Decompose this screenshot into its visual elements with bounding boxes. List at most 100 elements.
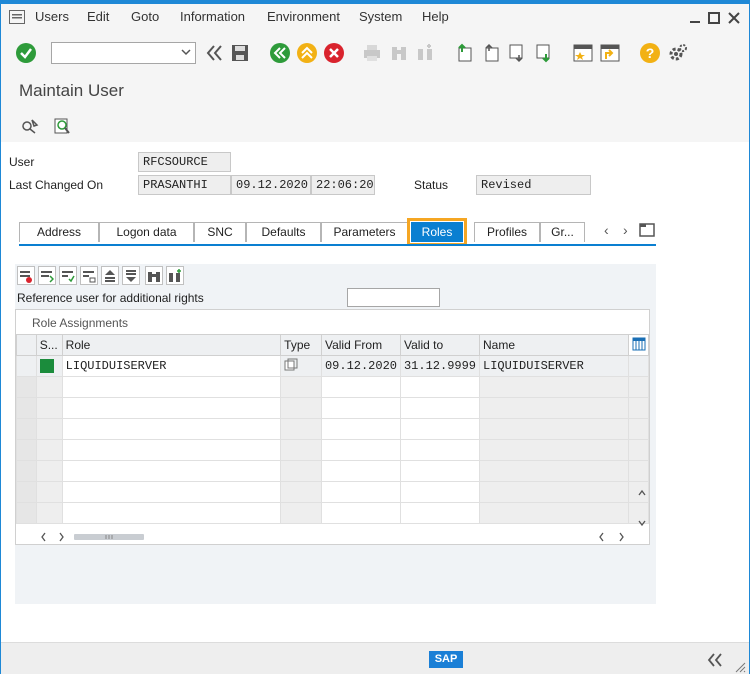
table-row[interactable] xyxy=(16,439,649,461)
role-cell[interactable] xyxy=(61,397,282,419)
other-user-icon[interactable] xyxy=(51,115,73,137)
role-cell[interactable]: LIQUIDUISERVER xyxy=(61,355,282,377)
row-selector[interactable] xyxy=(16,481,37,503)
close-icon[interactable] xyxy=(728,12,740,24)
menu-system[interactable]: System xyxy=(359,9,402,24)
valid-from-cell[interactable] xyxy=(320,502,401,524)
table-row[interactable] xyxy=(16,481,649,503)
last-page-icon[interactable] xyxy=(533,42,555,64)
role-cell[interactable] xyxy=(61,418,282,440)
table-row[interactable] xyxy=(16,418,649,440)
tab-address[interactable]: Address xyxy=(19,222,99,242)
tab-defaults[interactable]: Defaults xyxy=(246,222,321,242)
find-next-icon[interactable] xyxy=(166,266,184,285)
sort-ascending-icon[interactable] xyxy=(101,266,119,285)
help-icon[interactable]: ? xyxy=(639,42,661,64)
valid-from-cell[interactable] xyxy=(320,481,401,503)
horizontal-scrollbar[interactable] xyxy=(38,530,638,544)
valid-from-cell[interactable] xyxy=(320,418,401,440)
deselect-all-icon[interactable] xyxy=(80,266,98,285)
column-header-name[interactable]: Name xyxy=(478,334,630,356)
menu-information[interactable]: Information xyxy=(180,9,245,24)
menu-goto[interactable]: Goto xyxy=(131,9,159,24)
valid-to-cell[interactable] xyxy=(399,376,481,398)
menu-help[interactable]: Help xyxy=(422,9,449,24)
column-header-type[interactable]: Type xyxy=(280,334,322,356)
next-page-icon[interactable] xyxy=(506,42,528,64)
role-cell[interactable] xyxy=(61,439,282,461)
first-page-icon[interactable] xyxy=(453,42,475,64)
role-cell[interactable] xyxy=(61,481,282,503)
valid-from-cell[interactable]: 09.12.2020 xyxy=(320,355,401,377)
column-header-role[interactable]: Role xyxy=(61,334,282,356)
chevron-down-icon[interactable] xyxy=(181,47,191,57)
valid-to-cell[interactable]: 31.12.9999 xyxy=(399,355,481,377)
vertical-scrollbar[interactable] xyxy=(636,487,648,531)
tab-scroll-left-icon[interactable]: ‹ xyxy=(604,222,609,238)
valid-to-cell[interactable] xyxy=(399,418,481,440)
tab-roles[interactable]: Roles xyxy=(407,218,467,246)
tab-profiles[interactable]: Profiles xyxy=(474,222,540,242)
generate-shortcut-icon[interactable] xyxy=(599,42,621,64)
tab-logon-data[interactable]: Logon data xyxy=(99,222,194,242)
minimize-icon[interactable] xyxy=(689,12,701,24)
row-selector[interactable] xyxy=(16,439,37,461)
row-selector-header[interactable] xyxy=(16,334,37,356)
row-selector[interactable] xyxy=(16,502,37,524)
role-cell[interactable] xyxy=(61,376,282,398)
table-row[interactable] xyxy=(16,397,649,419)
row-selector[interactable] xyxy=(16,418,37,440)
find-icon[interactable] xyxy=(145,266,163,285)
type-cell[interactable] xyxy=(280,355,322,377)
table-row[interactable] xyxy=(16,460,649,482)
tab-parameters[interactable]: Parameters xyxy=(321,222,408,242)
delete-row-icon[interactable] xyxy=(17,266,35,285)
tab-list-icon[interactable] xyxy=(639,223,655,237)
column-settings-icon[interactable] xyxy=(628,334,649,356)
cancel-icon[interactable] xyxy=(323,42,345,64)
command-field[interactable] xyxy=(51,42,196,64)
role-cell[interactable] xyxy=(61,460,282,482)
reference-user-input[interactable] xyxy=(347,288,440,307)
tab-snc[interactable]: SNC xyxy=(194,222,246,242)
resize-grip-icon[interactable] xyxy=(734,661,746,673)
valid-to-cell[interactable] xyxy=(399,397,481,419)
table-row[interactable] xyxy=(16,502,649,524)
gear-icon[interactable] xyxy=(667,42,689,64)
valid-to-cell[interactable] xyxy=(399,502,481,524)
menu-environment[interactable]: Environment xyxy=(267,9,340,24)
save-icon[interactable] xyxy=(229,42,251,64)
valid-to-cell[interactable] xyxy=(399,481,481,503)
role-cell[interactable] xyxy=(61,502,282,524)
display-change-icon[interactable] xyxy=(19,115,41,137)
column-header-valid-to[interactable]: Valid to xyxy=(399,334,481,356)
enter-icon[interactable] xyxy=(15,42,37,64)
menu-users[interactable]: Users xyxy=(35,9,69,24)
maximize-icon[interactable] xyxy=(708,12,720,24)
tab-groups[interactable]: Gr... xyxy=(540,222,585,242)
exit-icon[interactable] xyxy=(296,42,318,64)
collapse-left-icon[interactable] xyxy=(203,42,225,64)
valid-from-cell[interactable] xyxy=(320,460,401,482)
back-icon[interactable] xyxy=(269,42,291,64)
system-menu-icon[interactable] xyxy=(9,10,25,24)
expand-status-icon[interactable] xyxy=(707,653,723,667)
sort-descending-icon[interactable] xyxy=(122,266,140,285)
column-header-valid-from[interactable]: Valid From xyxy=(320,334,401,356)
previous-page-icon[interactable] xyxy=(480,42,502,64)
table-row[interactable]: LIQUIDUISERVER 09.12.2020 31.12.9999 LIQ… xyxy=(16,355,649,377)
tab-scroll-right-icon[interactable]: › xyxy=(623,222,628,238)
valid-from-cell[interactable] xyxy=(320,376,401,398)
table-row[interactable] xyxy=(16,376,649,398)
row-selector[interactable] xyxy=(16,376,37,398)
valid-to-cell[interactable] xyxy=(399,460,481,482)
select-block-icon[interactable] xyxy=(38,266,56,285)
column-header-status[interactable]: S... xyxy=(35,334,63,356)
row-selector[interactable] xyxy=(16,355,37,377)
valid-to-cell[interactable] xyxy=(399,439,481,461)
create-session-icon[interactable] xyxy=(572,42,594,64)
valid-from-cell[interactable] xyxy=(320,439,401,461)
row-selector[interactable] xyxy=(16,397,37,419)
menu-edit[interactable]: Edit xyxy=(87,9,109,24)
row-selector[interactable] xyxy=(16,460,37,482)
